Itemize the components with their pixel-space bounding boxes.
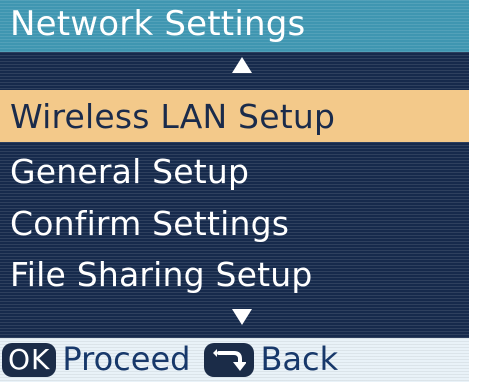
menu-item-label: File Sharing Setup xyxy=(10,254,313,294)
ok-button-icon[interactable]: OK xyxy=(2,343,57,377)
menu-item-label: Wireless LAN Setup xyxy=(10,96,336,136)
menu-item-general-setup[interactable]: General Setup xyxy=(0,145,469,197)
back-button-icon[interactable] xyxy=(204,343,255,377)
title-bar: Network Settings xyxy=(0,0,469,52)
menu-item-wireless-lan-setup[interactable]: Wireless LAN Setup xyxy=(0,90,469,142)
back-label: Back xyxy=(260,340,339,378)
footer-hint-bar: OK Proceed Back xyxy=(0,338,469,382)
menu-item-label: Confirm Settings xyxy=(10,203,290,243)
menu-item-confirm-settings[interactable]: Confirm Settings xyxy=(0,197,469,249)
menu-item-label: General Setup xyxy=(10,151,250,191)
return-arrow-icon xyxy=(213,349,247,371)
proceed-label: Proceed xyxy=(62,340,191,378)
page-title: Network Settings xyxy=(10,4,306,44)
menu-item-file-sharing-setup[interactable]: File Sharing Setup xyxy=(0,248,469,300)
printer-lcd-screen: Network Settings Wireless LAN Setup Gene… xyxy=(0,0,484,382)
screen-bezel-edge xyxy=(469,0,484,382)
